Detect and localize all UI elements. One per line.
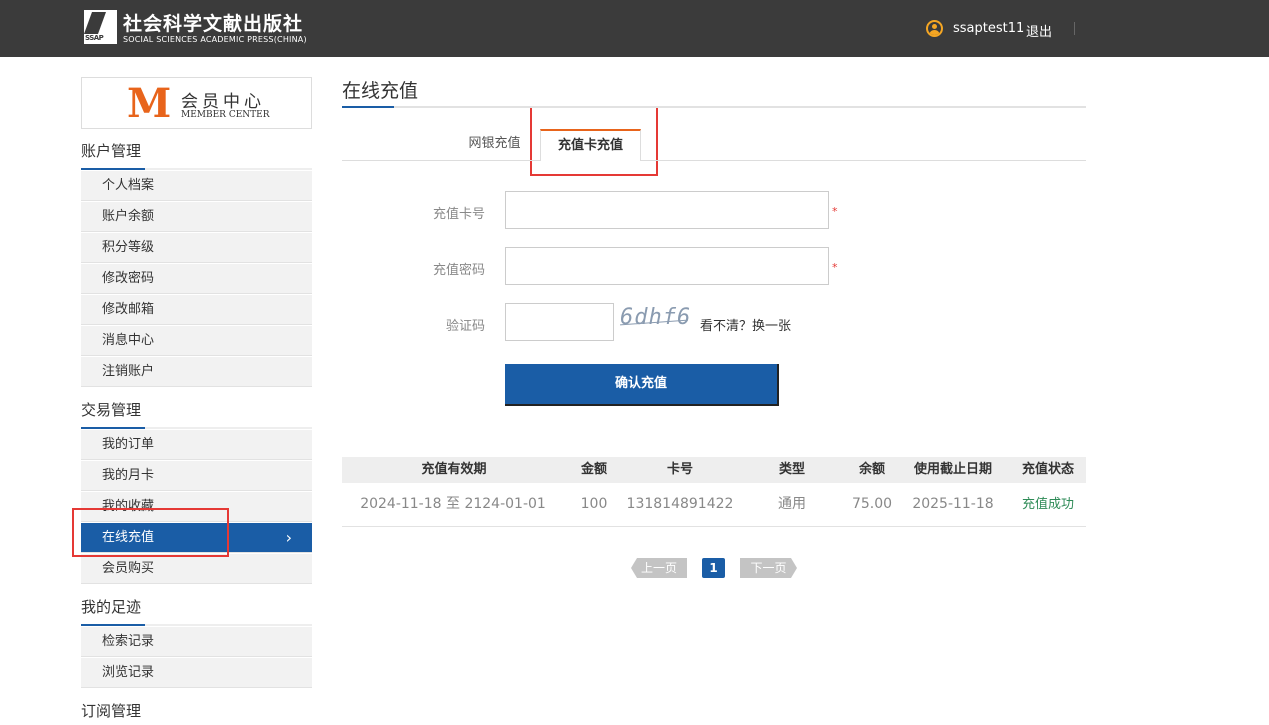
recharge-table-header: 充值有效期 金额 卡号 类型 余额 使用截止日期 充值状态	[342, 457, 1086, 483]
required-mark: *	[832, 205, 838, 218]
card-number-label: 充值卡号	[432, 207, 485, 222]
next-page-button[interactable]: 下一页	[740, 558, 797, 578]
tab-card-recharge[interactable]: 充值卡充值	[540, 129, 641, 161]
title-divider	[342, 106, 1086, 108]
card-password-input[interactable]	[505, 247, 829, 285]
card-password-label: 充值密码	[432, 263, 485, 278]
sidebar-item-points[interactable]: 积分等级	[81, 233, 312, 263]
sidebar-item-change-password[interactable]: 修改密码	[81, 264, 312, 294]
column-header-balance: 余额	[858, 462, 885, 477]
sidebar-item-change-email[interactable]: 修改邮箱	[81, 295, 312, 325]
captcha-refresh-link[interactable]: 看不清？换一张	[700, 315, 791, 334]
sidebar-item-search-history[interactable]: 检索记录	[81, 627, 312, 657]
header-divider	[1074, 22, 1075, 35]
captcha-input[interactable]	[505, 303, 614, 341]
publisher-name-cn[interactable]: 社会科学文献出版社	[123, 9, 303, 36]
sidebar-item-messages[interactable]: 消息中心	[81, 326, 312, 356]
sidebar-section-account: 账户管理	[81, 142, 142, 160]
page-number-button[interactable]: 1	[702, 558, 725, 578]
column-header-card-number: 卡号	[666, 462, 693, 477]
publisher-name-en: SOCIAL SCIENCES ACADEMIC PRESS(CHINA)	[123, 35, 307, 44]
highlight-box-sidebar	[72, 508, 229, 557]
column-header-validity: 充值有效期	[421, 462, 487, 477]
column-header-status: 充值状态	[1021, 462, 1074, 477]
logout-link[interactable]: 退出	[1026, 21, 1052, 40]
sidebar-item-delete-account[interactable]: 注销账户	[81, 357, 312, 387]
sidebar-section-transactions: 交易管理	[81, 401, 142, 419]
member-letter: M	[127, 80, 172, 127]
chevron-right-icon: ›	[285, 528, 292, 547]
cell-type: 通用	[778, 496, 806, 512]
username-link[interactable]: ssaptest11	[953, 21, 1024, 36]
tab-bank-recharge[interactable]: 网银充值	[457, 129, 532, 160]
cell-expiry: 2025-11-18	[912, 496, 994, 512]
member-center-subtitle: MEMBER CENTER	[181, 110, 270, 120]
sidebar-item-browse-history[interactable]: 浏览记录	[81, 658, 312, 688]
sidebar-item-monthly-card[interactable]: 我的月卡	[81, 461, 312, 491]
user-icon	[926, 20, 943, 37]
sidebar-section-subscriptions: 订阅管理	[81, 702, 142, 720]
top-bar: SSAP 社会科学文献出版社 SOCIAL SCIENCES ACADEMIC …	[0, 0, 1269, 57]
cell-balance: 75.00	[851, 496, 893, 512]
section-divider	[81, 624, 312, 626]
member-center-logo: M 会员中心 MEMBER CENTER	[81, 77, 312, 129]
tab-divider	[342, 160, 1086, 161]
ssap-logo-icon[interactable]: SSAP	[83, 10, 117, 44]
member-center-title: 会员中心	[181, 92, 265, 112]
column-header-expiry: 使用截止日期	[913, 462, 992, 477]
cell-card-number: 131814891422	[626, 496, 734, 512]
cell-status: 充值成功	[1021, 497, 1074, 512]
column-header-amount: 金额	[580, 462, 607, 477]
required-mark: *	[832, 261, 838, 274]
sidebar-item-membership[interactable]: 会员购买	[81, 554, 312, 584]
prev-page-button[interactable]: 上一页	[631, 558, 687, 578]
sidebar-section-history: 我的足迹	[81, 598, 142, 616]
cell-amount: 100	[580, 496, 608, 512]
section-divider	[81, 427, 312, 429]
page-title: 在线充值	[342, 80, 419, 102]
row-divider	[342, 526, 1086, 527]
sidebar-item-balance[interactable]: 账户余额	[81, 202, 312, 232]
column-header-type: 类型	[778, 462, 805, 477]
confirm-recharge-button[interactable]: 确认充值	[505, 364, 779, 406]
captcha-image[interactable]: 6dhf6	[620, 305, 691, 330]
section-divider	[81, 168, 312, 170]
sidebar-item-orders[interactable]: 我的订单	[81, 430, 312, 460]
card-number-input[interactable]	[505, 191, 829, 229]
sidebar-item-profile[interactable]: 个人档案	[81, 171, 312, 201]
cell-validity: 2024-11-18 至 2124-01-01	[360, 496, 546, 512]
captcha-label: 验证码	[445, 319, 485, 334]
